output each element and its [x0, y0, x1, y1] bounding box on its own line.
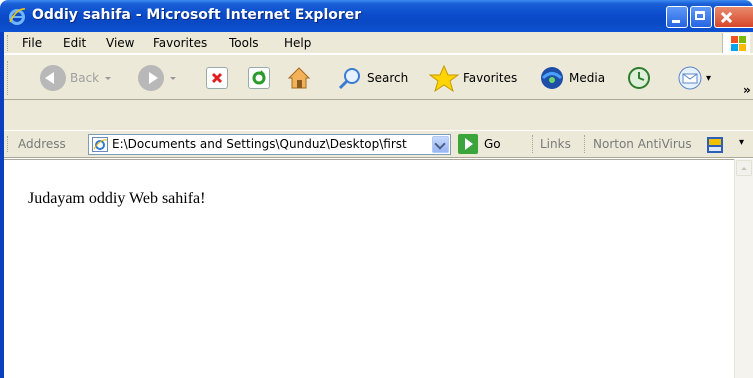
windows-flag-icon — [722, 33, 750, 53]
close-button[interactable] — [714, 6, 753, 28]
address-dropdown-icon[interactable] — [432, 136, 449, 153]
search-label: Search — [367, 71, 409, 85]
address-label: Address — [18, 137, 66, 151]
menu-favorites[interactable]: Favorites — [153, 36, 207, 50]
search-icon — [338, 68, 360, 90]
stop-button[interactable] — [206, 62, 228, 94]
norton-dropdown-icon[interactable]: ▾ — [739, 137, 744, 148]
refresh-button[interactable] — [248, 62, 270, 94]
home-icon — [287, 67, 311, 89]
favorites-star-icon — [429, 64, 459, 92]
address-input[interactable]: E:\Documents and Settings\Qunduz\Desktop… — [88, 134, 451, 155]
menu-help[interactable]: Help — [284, 36, 311, 50]
title-bar[interactable]: Oddiy sahifa - Microsoft Internet Explor… — [0, 0, 753, 32]
scroll-up-arrow-icon[interactable] — [736, 160, 752, 176]
address-text: E:\Documents and Settings\Qunduz\Desktop… — [112, 137, 407, 151]
menu-view[interactable]: View — [106, 36, 134, 50]
home-button[interactable] — [286, 62, 312, 94]
toolbar-overflow-chevron[interactable]: » — [743, 83, 751, 97]
menu-file[interactable]: File — [22, 36, 42, 50]
back-dropdown-icon[interactable] — [105, 76, 112, 80]
links-button[interactable]: Links — [540, 137, 571, 151]
media-button[interactable]: Media — [539, 62, 605, 94]
maximize-button[interactable] — [690, 6, 712, 28]
minimize-button[interactable] — [666, 6, 688, 28]
menu-edit[interactable]: Edit — [63, 36, 86, 50]
standard-toolbar: Back Search Favorites Media ▾ » — [4, 54, 753, 100]
norton-separator — [584, 135, 585, 153]
refresh-icon — [248, 67, 270, 89]
norton-antivirus-button[interactable]: Norton AntiVirus — [593, 137, 692, 151]
search-button[interactable]: Search — [337, 62, 408, 94]
stop-icon — [206, 67, 228, 89]
menu-grip[interactable] — [7, 35, 11, 51]
toolbar-band — [4, 100, 753, 130]
favorites-button[interactable]: Favorites — [429, 62, 517, 94]
address-grip[interactable] — [7, 136, 11, 152]
links-separator — [532, 135, 533, 153]
media-icon — [541, 67, 563, 89]
norton-icon[interactable] — [706, 136, 724, 154]
history-button[interactable] — [626, 62, 652, 94]
forward-button[interactable] — [138, 62, 176, 94]
menu-tools[interactable]: Tools — [229, 36, 259, 50]
internet-explorer-icon — [9, 8, 26, 25]
history-icon — [628, 67, 650, 89]
media-label: Media — [569, 71, 606, 85]
page-icon — [92, 137, 108, 152]
mail-button[interactable]: ▾ — [676, 62, 711, 94]
toolbar-grip[interactable] — [7, 61, 11, 95]
favorites-label: Favorites — [463, 71, 518, 85]
page-body-text: Judayam oddiy Web sahifa! — [28, 190, 206, 207]
mail-dropdown-icon[interactable]: ▾ — [706, 73, 711, 84]
menu-bar: File Edit View Favorites Tools Help — [4, 32, 753, 54]
go-arrow-icon[interactable] — [458, 134, 478, 154]
browser-window: Oddiy sahifa - Microsoft Internet Explor… — [0, 0, 753, 378]
forward-arrow-icon — [138, 65, 164, 91]
back-label: Back — [70, 71, 100, 85]
window-title: Oddiy sahifa - Microsoft Internet Explor… — [32, 7, 362, 23]
address-bar: Address E:\Documents and Settings\Qunduz… — [4, 130, 753, 158]
vertical-scrollbar[interactable] — [734, 159, 753, 378]
go-button[interactable]: Go — [484, 137, 501, 151]
back-button[interactable]: Back — [40, 62, 112, 94]
forward-dropdown-icon[interactable] — [170, 76, 176, 80]
back-arrow-icon — [40, 65, 66, 91]
mail-icon — [678, 66, 702, 90]
page-content: Judayam oddiy Web sahifa! — [4, 159, 734, 378]
